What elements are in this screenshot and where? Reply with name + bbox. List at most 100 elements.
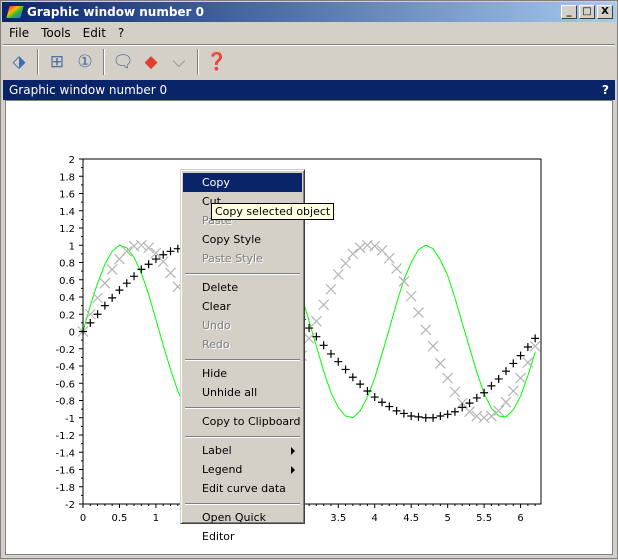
series-1-marker: [522, 357, 534, 368]
tooltip: Copy selected object: [211, 203, 335, 220]
series-1-marker: [354, 242, 366, 254]
series-2-marker: [166, 247, 175, 256]
series-2-marker: [436, 412, 445, 421]
menu-separator: [185, 407, 300, 409]
x-tick-label: 6: [517, 513, 523, 524]
series-1-marker: [383, 252, 395, 264]
menu-separator: [185, 503, 300, 505]
series-2-marker: [363, 387, 372, 396]
series-2-marker: [494, 374, 503, 383]
x-tick-label: 5: [444, 513, 450, 524]
series-1-marker: [515, 372, 527, 384]
series-2-marker: [385, 402, 394, 411]
series-1-marker: [106, 263, 118, 275]
menu-item-label: Edit curve data: [202, 482, 286, 495]
series-1-marker: [165, 267, 176, 279]
menu-item-label: Redo: [202, 338, 230, 351]
series-2-marker: [144, 260, 153, 269]
submenu-arrow-icon: [291, 466, 295, 474]
series-2-marker: [465, 399, 474, 408]
series-2-marker: [407, 412, 416, 421]
series-2-marker: [86, 318, 95, 327]
menu-item-label: Clear: [202, 300, 231, 313]
series-2-marker: [443, 410, 452, 419]
menu-item-unhide-all[interactable]: Unhide all: [183, 383, 302, 402]
series-2-marker: [480, 388, 489, 397]
y-tick-label: 2: [69, 155, 75, 166]
y-tick-label: 1.6: [59, 190, 75, 201]
menu-item-hide[interactable]: Hide: [183, 364, 302, 383]
series-2-marker: [130, 272, 139, 281]
series-1-marker: [340, 257, 351, 269]
y-tick-label: 0.2: [59, 310, 75, 321]
menu-item-label: Label: [202, 444, 232, 457]
series-1-marker: [413, 307, 424, 318]
series-1-marker: [405, 290, 417, 302]
x-tick-label: 0.5: [112, 513, 128, 524]
series-2-marker: [115, 286, 124, 295]
y-tick-label: 1.2: [59, 224, 75, 235]
x-tick-label: 5.5: [476, 513, 492, 524]
y-tick-label: 1.8: [59, 172, 75, 183]
series-2-marker: [487, 381, 496, 390]
series-1-marker: [434, 357, 446, 369]
y-tick-label: 0.8: [59, 259, 75, 270]
series-1-marker: [310, 315, 322, 327]
menu-item-copy[interactable]: Copy: [183, 173, 302, 192]
menu-item-label: Hide: [202, 367, 228, 380]
y-tick-label: -1.8: [55, 483, 75, 494]
menu-item-copy-style[interactable]: Copy Style: [183, 230, 302, 249]
y-tick-label: -2: [65, 500, 75, 511]
series-2-marker: [93, 310, 102, 319]
menu-item-clear[interactable]: Clear: [183, 297, 302, 316]
menu-item-label: Copy Style: [202, 233, 262, 246]
series-1-marker: [485, 410, 497, 422]
y-tick-label: -1.6: [55, 466, 75, 477]
series-2-marker: [378, 398, 387, 407]
menu-item-copy-to-clipboard[interactable]: Copy to Clipboard: [183, 412, 302, 431]
menu-item-edit-curve-data[interactable]: Edit curve data: [183, 479, 302, 498]
x-tick-label: 1: [153, 513, 159, 524]
series-2-marker: [450, 407, 459, 416]
series-1-marker: [135, 239, 147, 251]
series-1-marker: [347, 248, 359, 260]
series-2-marker: [348, 373, 357, 382]
x-tick-label: 3.5: [330, 513, 346, 524]
series-1-marker: [529, 340, 541, 352]
series-2-marker: [429, 413, 438, 422]
y-tick-label: 0.4: [59, 293, 75, 304]
y-tick-label: -0.8: [55, 397, 75, 408]
x-tick-label: 4.5: [403, 513, 419, 524]
series-1-marker: [449, 386, 461, 398]
x-tick-label: 4: [372, 513, 378, 524]
series-1-marker: [442, 372, 454, 384]
menu-separator: [185, 436, 300, 438]
series-1-marker: [398, 276, 410, 287]
series-2-marker: [341, 365, 350, 374]
series-2-marker: [531, 334, 540, 343]
series-2-marker: [108, 293, 117, 302]
menu-item-label: Paste Style: [202, 252, 263, 265]
menu-item-open-quick-editor[interactable]: Open Quick Editor: [183, 508, 302, 543]
series-1-marker: [391, 263, 403, 274]
menu-item-redo: Redo: [183, 335, 302, 354]
series-2-marker: [356, 380, 365, 389]
graphic-window: Graphic window number 0 _ □ X File Tools…: [0, 0, 618, 559]
menu-item-label: Undo: [202, 319, 231, 332]
menu-item-paste-style: Paste Style: [183, 249, 302, 268]
series-1-marker: [332, 269, 344, 280]
menu-item-delete[interactable]: Delete: [183, 278, 302, 297]
series-1-marker: [318, 299, 330, 311]
series-1-marker: [99, 277, 111, 289]
series-1-marker: [420, 324, 432, 336]
series-2-marker: [472, 393, 481, 402]
y-tick-label: 0: [69, 328, 75, 339]
menu-item-legend[interactable]: Legend: [183, 460, 302, 479]
series-2-marker: [414, 412, 423, 421]
series-2-marker: [122, 279, 131, 288]
y-tick-label: -1: [65, 414, 75, 425]
series-1-marker: [478, 412, 490, 424]
submenu-arrow-icon: [291, 447, 295, 455]
menu-item-label[interactable]: Label: [183, 441, 302, 460]
series-2-marker: [392, 406, 401, 415]
